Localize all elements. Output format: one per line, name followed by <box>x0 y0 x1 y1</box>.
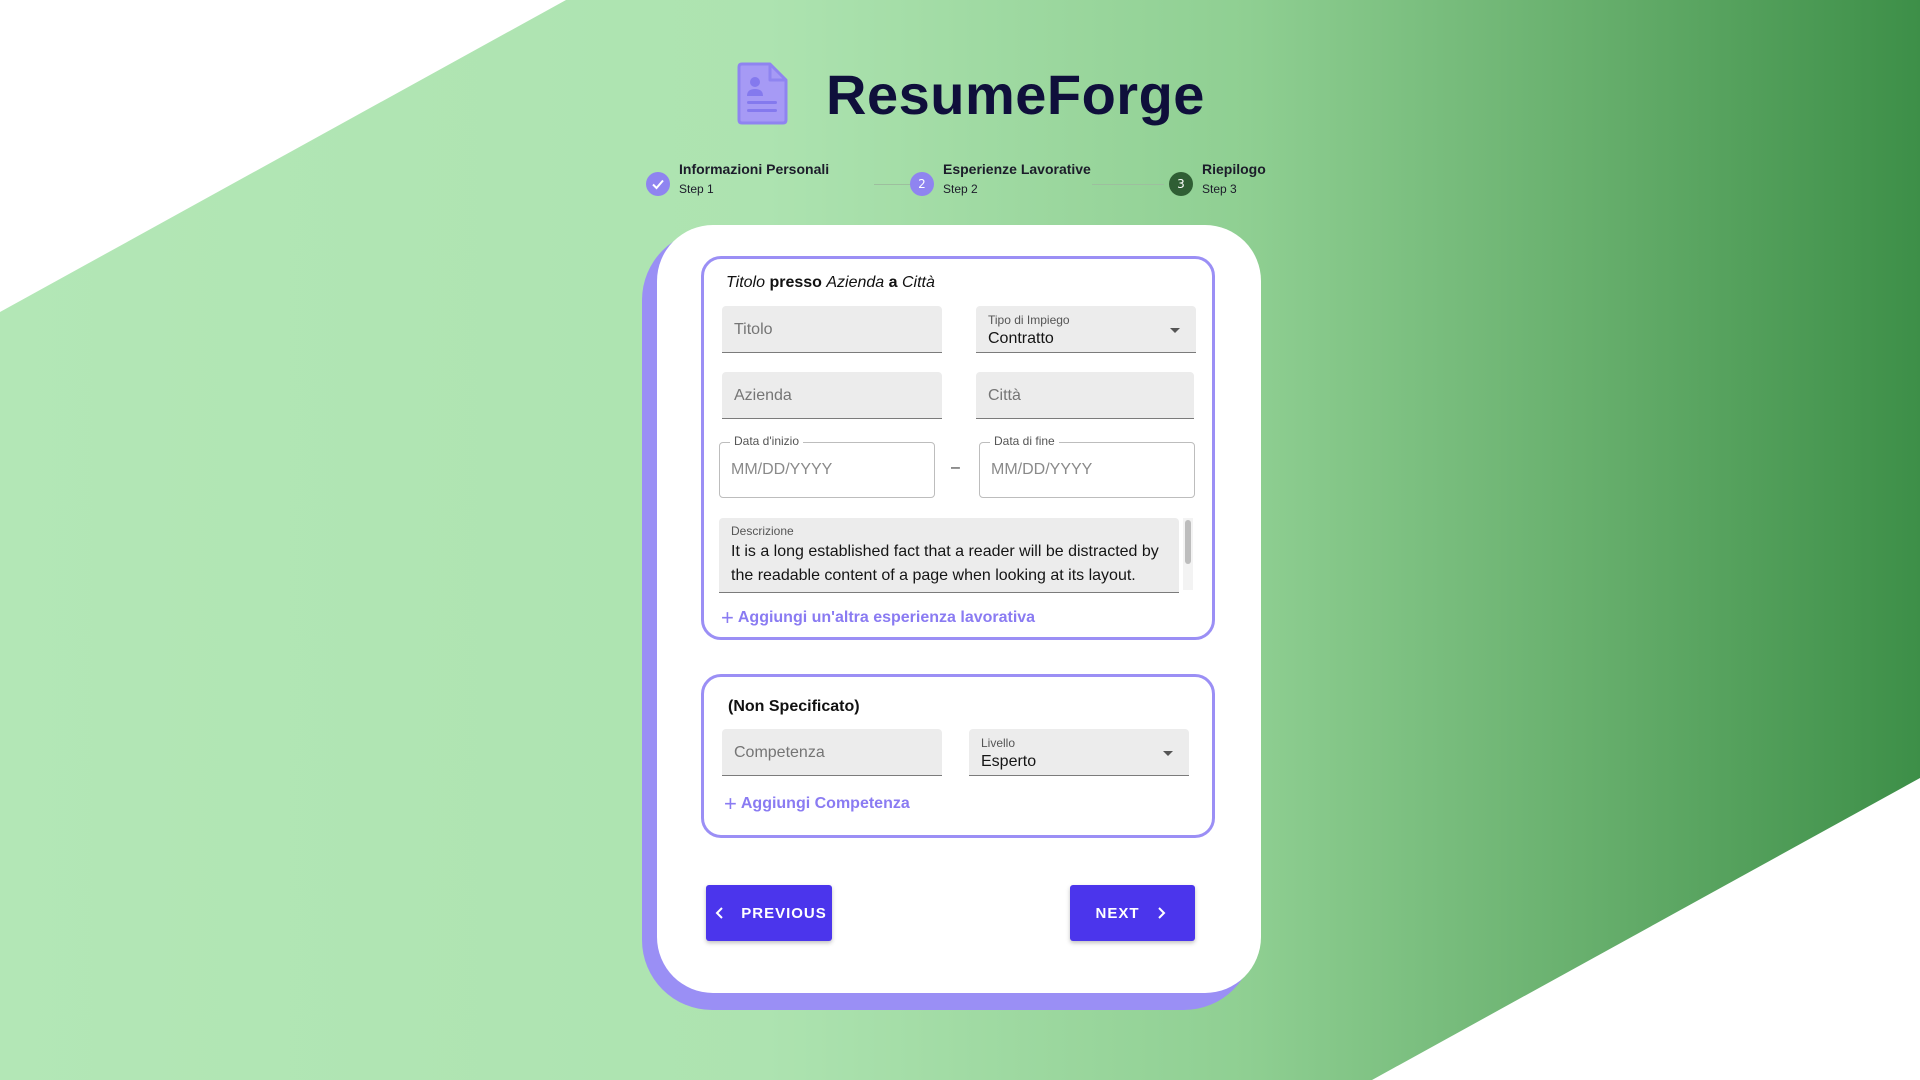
end-date-placeholder: MM/DD/YYYY <box>991 461 1093 478</box>
title-placeholder: Titolo <box>734 321 773 338</box>
company-input[interactable]: Azienda <box>722 372 942 419</box>
city-placeholder: Città <box>988 387 1021 404</box>
experience-header: Titolo presso Azienda a Città <box>726 274 935 291</box>
company-placeholder: Azienda <box>734 387 792 404</box>
start-date-input[interactable]: Data d'inizio MM/DD/YYYY <box>719 434 935 498</box>
step-label: Riepilogo <box>1202 161 1266 177</box>
step-work-experience[interactable]: 2 Esperienze Lavorative Step 2 <box>910 160 1091 200</box>
city-input[interactable]: Città <box>976 372 1194 419</box>
plus-icon: + <box>724 791 737 816</box>
employment-type-label: Tipo di Impiego <box>988 313 1070 327</box>
check-icon <box>646 172 670 196</box>
end-date-label: Data di fine <box>990 434 1059 448</box>
date-separator: – <box>951 459 960 476</box>
dropdown-arrow-icon <box>1170 328 1180 333</box>
add-skill-label: Aggiungi Competenza <box>740 795 910 812</box>
level-value: Esperto <box>981 753 1037 770</box>
dropdown-arrow-icon <box>1163 751 1173 756</box>
description-textarea[interactable]: Descrizione It is a long established fac… <box>719 518 1193 593</box>
skills-section: (Non Specificato) Competenza Livello Esp… <box>701 674 1215 838</box>
skill-input[interactable]: Competenza <box>722 729 942 776</box>
step-personal-info[interactable]: Informazioni Personali Step 1 <box>646 160 829 200</box>
chevron-right-icon <box>1157 907 1165 919</box>
start-date-placeholder: MM/DD/YYYY <box>731 461 833 478</box>
level-label: Livello <box>981 736 1016 750</box>
employment-type-select[interactable]: Tipo di Impiego Contratto <box>976 306 1196 353</box>
stepper: Informazioni Personali Step 1 2 Esperien… <box>646 160 1266 210</box>
next-button[interactable]: NEXT <box>1070 885 1195 941</box>
add-experience-link[interactable]: + Aggiungi un'altra esperienza lavorativ… <box>721 605 1036 630</box>
step-number: 3 <box>1169 172 1193 196</box>
title-input[interactable]: Titolo <box>722 306 942 353</box>
previous-label: PREVIOUS <box>741 904 827 922</box>
description-label: Descrizione <box>731 524 794 538</box>
plus-icon: + <box>721 605 734 630</box>
start-date-label: Data d'inizio <box>730 434 803 448</box>
form-card: Titolo presso Azienda a Città Titolo Tip… <box>657 225 1261 993</box>
experience-section: Titolo presso Azienda a Città Titolo Tip… <box>701 256 1215 640</box>
description-value: It is a long established fact that a rea… <box>731 543 1159 584</box>
description-scrollbar[interactable] <box>1183 518 1193 590</box>
scrollbar-thumb[interactable] <box>1185 520 1191 564</box>
step-label: Esperienze Lavorative <box>943 161 1091 177</box>
add-experience-label: Aggiungi un'altra esperienza lavorativa <box>737 609 1036 626</box>
step-sub: Step 1 <box>679 182 714 196</box>
end-date-input[interactable]: Data di fine MM/DD/YYYY <box>979 434 1195 498</box>
skill-placeholder: Competenza <box>734 744 825 761</box>
add-skill-link[interactable]: + Aggiungi Competenza <box>724 791 910 816</box>
level-select[interactable]: Livello Esperto <box>969 729 1189 776</box>
step-sub: Step 3 <box>1202 182 1237 196</box>
step-label: Informazioni Personali <box>679 161 830 177</box>
resume-document-icon <box>737 62 788 125</box>
step-number: 2 <box>910 172 934 196</box>
skills-header: (Non Specificato) <box>728 698 860 715</box>
employment-type-value: Contratto <box>988 330 1054 347</box>
brand-title: ResumeForge <box>826 63 1205 126</box>
previous-button[interactable]: PREVIOUS <box>706 885 832 941</box>
step-sub: Step 2 <box>943 182 978 196</box>
step-summary[interactable]: 3 Riepilogo Step 3 <box>1169 160 1266 200</box>
next-label: NEXT <box>1095 904 1140 922</box>
chevron-left-icon <box>715 907 723 919</box>
step-connector <box>1092 184 1164 185</box>
